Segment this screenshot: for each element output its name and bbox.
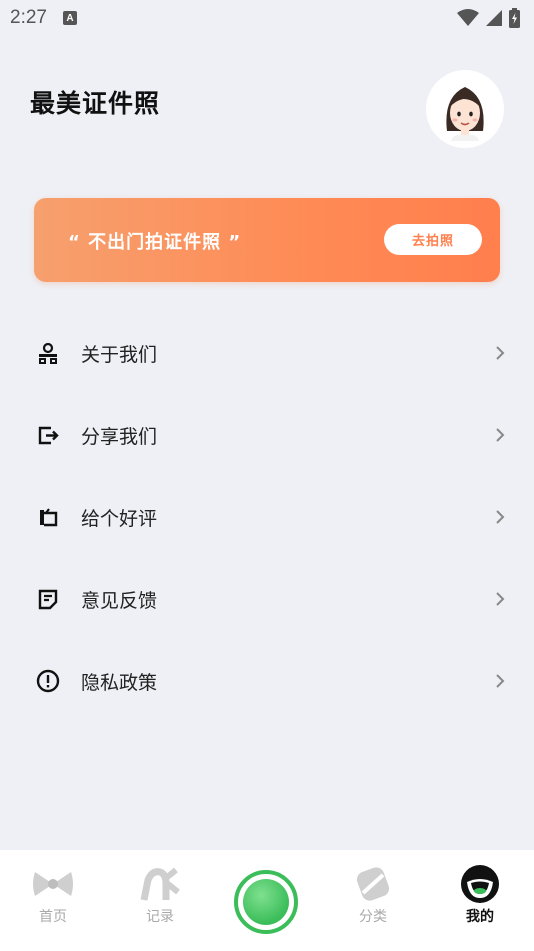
bow-icon xyxy=(31,864,75,904)
privacy-icon xyxy=(36,669,60,693)
menu-item-label: 隐私政策 xyxy=(81,671,158,694)
avatar[interactable] xyxy=(426,70,504,148)
menu-item-about[interactable]: 关于我们 xyxy=(0,312,534,394)
share-icon xyxy=(36,423,60,447)
wifi-icon xyxy=(457,9,479,26)
menu-item-share[interactable]: 分享我们 xyxy=(0,394,534,476)
camera-button[interactable] xyxy=(234,870,298,934)
status-time: 2:27 xyxy=(10,7,47,28)
tab-home[interactable]: 首页 xyxy=(13,864,93,944)
status-bar: 2:27 A xyxy=(0,0,534,36)
shutter-icon xyxy=(243,879,289,925)
menu-item-feedback[interactable]: 意见反馈 xyxy=(0,558,534,640)
profile-header: 最美证件照 xyxy=(30,70,504,150)
tab-label: 我的 xyxy=(466,909,494,925)
take-photo-banner[interactable]: “ 不出门拍证件照 ” 去拍照 xyxy=(34,198,500,282)
status-icons xyxy=(457,8,520,28)
bottom-tab-bar: 首页 记录 分类 我的 xyxy=(0,850,534,951)
chevron-right-icon xyxy=(496,346,505,360)
chevron-right-icon xyxy=(496,510,505,524)
battery-icon xyxy=(509,8,520,28)
records-icon xyxy=(138,864,182,904)
chevron-right-icon xyxy=(496,428,505,442)
tab-label: 记录 xyxy=(146,909,174,925)
tab-label: 首页 xyxy=(39,909,67,925)
menu-item-privacy[interactable]: 隐私政策 xyxy=(0,640,534,722)
tab-category[interactable]: 分类 xyxy=(333,864,413,944)
take-photo-button[interactable]: 去拍照 xyxy=(384,224,482,255)
chevron-right-icon xyxy=(496,674,505,688)
signal-icon xyxy=(486,10,502,26)
users-icon xyxy=(36,341,60,365)
avatar-icon xyxy=(446,87,484,141)
menu-item-label: 分享我们 xyxy=(81,425,158,448)
tab-records[interactable]: 记录 xyxy=(120,864,200,944)
settings-menu: 关于我们 分享我们 给个好评 意见反馈 隐私政策 xyxy=(0,312,534,722)
rating-icon xyxy=(36,505,60,529)
menu-item-rate[interactable]: 给个好评 xyxy=(0,476,534,558)
tab-label: 分类 xyxy=(359,909,387,925)
chevron-right-icon xyxy=(496,592,505,606)
feedback-icon xyxy=(36,587,60,611)
menu-item-label: 意见反馈 xyxy=(81,589,158,612)
app-title: 最美证件照 xyxy=(30,89,161,118)
menu-item-label: 关于我们 xyxy=(81,343,158,366)
tab-mine[interactable]: 我的 xyxy=(440,864,520,944)
menu-item-label: 给个好评 xyxy=(81,507,158,530)
banner-slogan: “ 不出门拍证件照 ” xyxy=(68,232,242,253)
smiley-icon xyxy=(458,864,502,904)
notification-badge: A xyxy=(62,11,77,25)
category-icon xyxy=(351,864,395,904)
